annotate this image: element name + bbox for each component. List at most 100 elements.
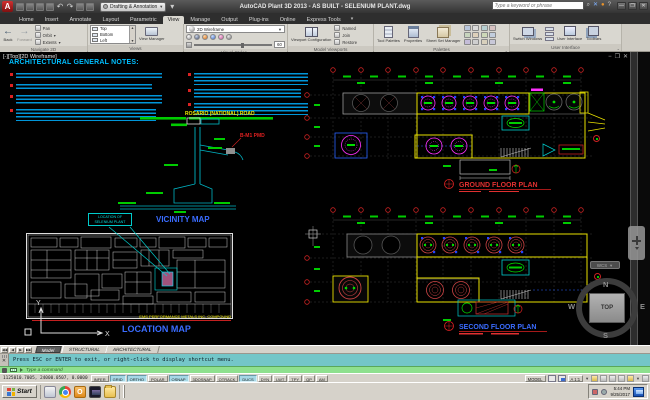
cascade-icon[interactable] [545,27,554,31]
layout-tab-model[interactable]: Model [35,346,61,353]
layer-palette-icon[interactable] [472,32,479,38]
viewcube-south[interactable]: S [603,331,608,340]
doc-minimize-icon[interactable]: − [608,54,612,60]
visual-style-select[interactable]: 2D Wireframe ▼ [186,25,285,33]
last-tab-button[interactable]: ▶▶ [25,347,32,353]
lights-palette-icon[interactable] [481,25,488,31]
customize-wrench-icon[interactable] [2,368,7,373]
tab-view[interactable]: View [163,16,185,24]
sheet-set-manager-button[interactable]: Sheet Set Manager [425,27,461,43]
hidden-style-icon[interactable] [194,34,200,40]
tab-output[interactable]: Output [216,16,243,24]
switch-windows-button[interactable]: Switch Windows [512,27,543,41]
toggle-tpy[interactable]: TPY [288,375,302,382]
viewcube-west[interactable]: W [568,302,575,311]
tab-expresstools[interactable]: Express Tools [302,16,346,24]
viewcube-top-face[interactable]: TOP [589,293,625,323]
first-tab-button[interactable]: ◀◀ [1,347,8,353]
toggle-lwt[interactable]: LWT [273,375,287,382]
autoscale-icon[interactable] [600,375,607,382]
properties-button[interactable]: Properties [403,26,423,43]
outlook-icon[interactable]: O [74,386,86,398]
viewcube-east[interactable]: E [640,302,645,311]
toggle-grid[interactable]: GRID [110,375,126,382]
forward-button[interactable]: → Forward [16,27,33,42]
command-input-row[interactable]: Type a command [0,366,650,373]
viewport-controls[interactable]: [-][Top][2D Wireframe] [3,54,57,60]
data-palette-icon[interactable] [489,39,496,45]
minimize-button[interactable]: — [617,2,626,10]
lock-icon[interactable] [618,375,625,382]
layout-tab-structural[interactable]: STRUCTURAL [61,346,108,353]
workspace-switch-icon[interactable] [609,375,616,382]
count-palette-icon[interactable] [472,25,479,31]
next-tab-button[interactable]: ▶ [17,347,24,353]
autocad-app-menu-icon[interactable]: A [2,1,13,12]
undo-icon[interactable]: ↶ [56,3,64,11]
redo-icon[interactable]: ↷ [66,3,74,11]
viewcube-north[interactable]: N [603,280,608,289]
motion-palette-icon[interactable] [481,39,488,45]
realistic-style-icon[interactable] [202,34,208,40]
help-icon[interactable]: ? [608,1,611,10]
view-manager-button[interactable]: View Manager [138,27,166,41]
command-history[interactable]: ✕ Press ESC or ENTER to exit, or right-c… [0,353,650,366]
command-prompt-placeholder[interactable]: Type a command [26,368,63,373]
plot-icon[interactable] [46,3,54,11]
tool-palettes-button[interactable]: Tool Palettes [376,26,401,43]
viewport-configuration-button[interactable]: Viewport Configuration [290,27,332,42]
back-button[interactable]: ← Back [2,27,14,42]
render-palette-icon[interactable] [489,32,496,38]
toggle-dyn[interactable]: DYN [258,375,272,382]
doc-close-icon[interactable]: ✕ [623,54,628,60]
toggle-polar[interactable]: POLAR [148,375,168,382]
tray-app-icon[interactable] [592,389,598,395]
tab-home[interactable]: Home [14,16,39,24]
ribbon-minimize-icon[interactable]: ▾ [351,16,354,22]
tile-horizontal-icon[interactable] [545,32,554,36]
start-button[interactable]: Start [2,385,37,398]
visualstyles-palette-icon[interactable] [481,32,488,38]
layout-tab-architectural[interactable]: ARCHITECTURAL [106,346,160,353]
calculator-icon[interactable] [44,386,56,398]
sheet-icon[interactable] [76,3,84,11]
markup-palette-icon[interactable] [464,32,471,38]
exchange-icon[interactable]: ✕ [593,1,598,10]
file-explorer-icon[interactable] [104,386,116,398]
blocks-palette-icon[interactable] [464,25,471,31]
wcs-dropdown[interactable]: WCS▼ [590,261,620,269]
opacity-slider[interactable] [194,44,272,46]
tab-plugins[interactable]: Plug-ins [244,16,274,24]
restore-button[interactable]: ❐ [628,2,637,10]
network-display-icon[interactable] [633,387,644,397]
save-icon[interactable] [36,3,44,11]
materials-palette-icon[interactable] [489,25,496,31]
scale-chevron-icon[interactable]: ▼ [585,376,589,381]
tab-insert[interactable]: Insert [40,16,64,24]
model-space-button[interactable]: MODEL [525,375,546,382]
help-search-input[interactable] [492,1,584,10]
chrome-icon[interactable] [59,386,71,398]
tab-annotate[interactable]: Annotate [64,16,96,24]
named-viewports-button[interactable]: Named [334,25,357,31]
toggle-otrack[interactable]: OTRACK [216,375,239,382]
qat-more-icon[interactable]: ▾ [168,3,176,11]
annotation-visibility-icon[interactable] [591,375,598,382]
navigation-bar[interactable] [628,226,645,260]
cleanscreen-icon[interactable] [642,375,649,382]
pan-button[interactable]: Pan [35,25,61,31]
toggle-am[interactable]: AM [316,375,328,382]
open-icon[interactable] [26,3,34,11]
restore-viewports-button[interactable]: Restore [334,39,357,45]
calc-palette-icon[interactable] [464,39,471,45]
tray-clock-icon[interactable] [601,389,607,395]
toggle-infer[interactable]: INFER [91,375,109,382]
isolate-objects-icon[interactable] [627,375,634,382]
viewcube[interactable]: WCS▼ TOP N W E S [566,258,650,344]
toggle-osnap[interactable]: OSNAP [169,375,189,382]
media-app-icon[interactable] [89,386,101,398]
sketchy-style-icon[interactable] [218,34,224,40]
toggle-3dosnap[interactable]: 3DOSNAP [190,375,215,382]
view-item-left[interactable]: Left [91,37,129,43]
taskbar-clock[interactable]: 5:44 PM 9/25/2017 [610,386,630,397]
